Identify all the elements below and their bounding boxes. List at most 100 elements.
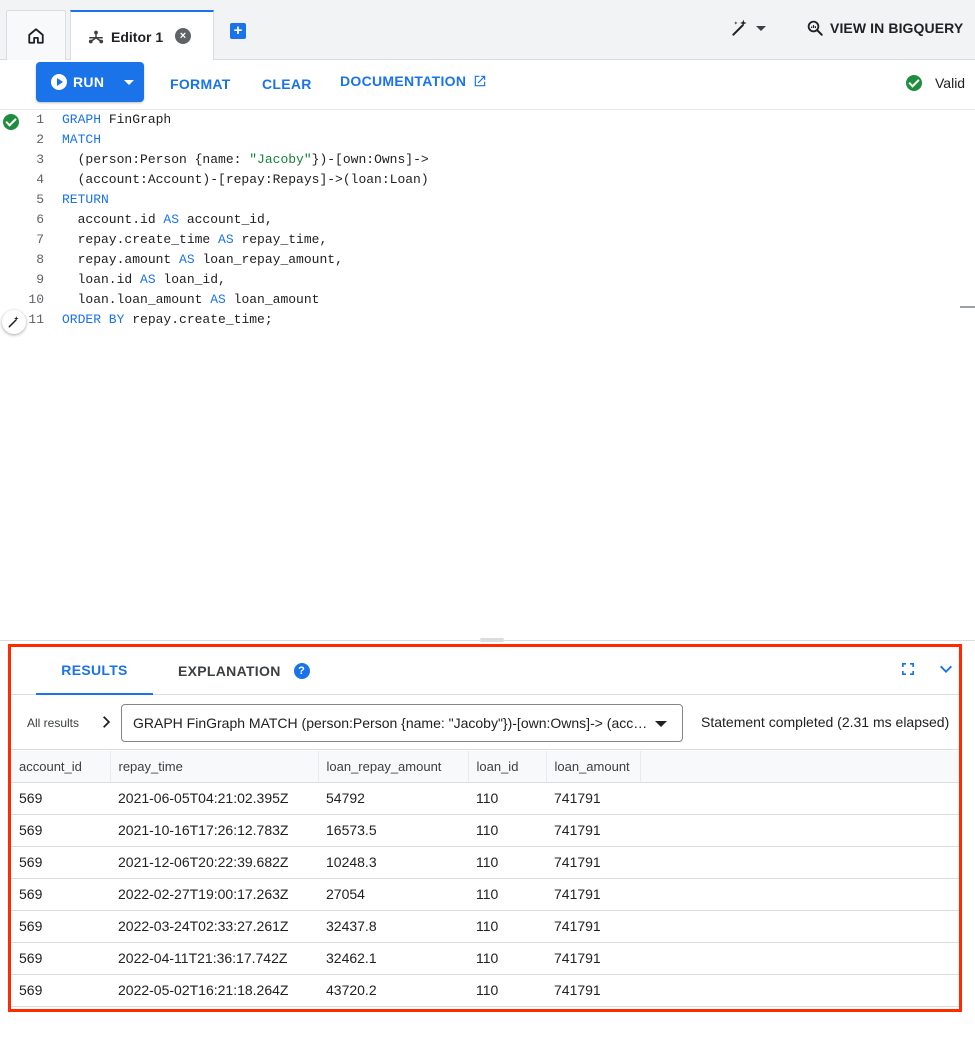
format-button[interactable]: FORMAT: [170, 76, 231, 92]
column-header[interactable]: loan_repay_amount: [318, 751, 469, 783]
run-dropdown-icon[interactable]: [124, 80, 134, 85]
view-in-bigquery-label: VIEW IN BIGQUERY: [830, 20, 964, 36]
line-number: 8: [36, 252, 44, 267]
table-row: 569 2022-03-24T02:33:27.261Z 32437.8 110…: [11, 910, 959, 943]
check-circle-icon: [906, 75, 922, 91]
table-cell-filler: [640, 878, 959, 911]
documentation-link[interactable]: DOCUMENTATION: [340, 73, 487, 89]
table-cell: 43720.2: [318, 974, 468, 1007]
table-cell: 569: [11, 878, 110, 911]
table-cell: 741791: [546, 814, 640, 847]
table-cell-filler: [640, 814, 959, 847]
line-number: 3: [36, 152, 44, 167]
magic-wand-icon[interactable]: [2, 310, 26, 334]
table-row: 569 2022-05-02T16:21:18.264Z 43720.2 110…: [11, 974, 959, 1007]
statement-select[interactable]: GRAPH FinGraph MATCH (person:Person {nam…: [121, 704, 683, 742]
home-icon: [28, 27, 44, 44]
query-editor[interactable]: 1 GRAPH FinGraph 2 MATCH 3 (person:Perso…: [0, 110, 975, 642]
table-cell: 741791: [546, 974, 640, 1007]
code-line: 3 (person:Person {name: "Jacoby"})-[own:…: [0, 150, 960, 170]
external-link-icon: [475, 75, 486, 87]
resize-handle[interactable]: [480, 638, 504, 642]
table-row: 569 2022-04-11T21:36:17.742Z 32462.1 110…: [11, 942, 959, 975]
table-cell: 2022-05-02T16:21:18.264Z: [110, 974, 318, 1007]
table-row: 569 2021-10-16T17:26:12.783Z 16573.5 110…: [11, 814, 959, 847]
table-cell: 32462.1: [318, 942, 468, 975]
table-cell: 2022-02-27T19:00:17.263Z: [110, 878, 318, 911]
code-line: 6 account.id AS account_id,: [0, 210, 960, 230]
add-tab-icon[interactable]: +: [230, 23, 246, 39]
chevron-down-icon: [756, 25, 766, 31]
table-cell: 2021-10-16T17:26:12.783Z: [110, 814, 318, 847]
line-number: 4: [36, 172, 44, 187]
table-cell: 110: [468, 878, 546, 911]
results-statement-bar: All results GRAPH FinGraph MATCH (person…: [11, 696, 959, 750]
all-results-link[interactable]: All results: [27, 716, 79, 730]
table-cell: 32437.8: [318, 910, 468, 943]
table-cell: 741791: [546, 782, 640, 815]
close-icon[interactable]: ×: [175, 28, 191, 44]
magic-wand-menu[interactable]: [730, 18, 766, 38]
code-text: MATCH: [62, 132, 102, 147]
code-line: 4 (account:Account)-[repay:Repays]->(loa…: [0, 170, 960, 190]
table-cell: 2022-03-24T02:33:27.261Z: [110, 910, 318, 943]
table-cell: 54792: [318, 782, 468, 815]
column-header[interactable]: account_id: [11, 751, 111, 783]
chevron-down-icon[interactable]: [938, 661, 954, 677]
table-cell: 741791: [546, 846, 640, 879]
code-line: 2 MATCH: [0, 130, 960, 150]
line-number: 10: [28, 292, 44, 307]
editor-toolbar: RUN FORMAT CLEAR DOCUMENTATION Valid: [0, 60, 975, 110]
table-cell: 27054: [318, 878, 468, 911]
results-table: account_id repay_time loan_repay_amount …: [11, 751, 959, 1007]
fullscreen-icon[interactable]: [900, 661, 916, 677]
tab-editor-1[interactable]: Editor 1 ×: [70, 10, 214, 61]
table-cell-filler: [640, 782, 959, 815]
help-icon[interactable]: ?: [293, 663, 310, 679]
results-table-container[interactable]: account_id repay_time loan_repay_amount …: [11, 751, 959, 1007]
table-cell: 10248.3: [318, 846, 468, 879]
code-text: ORDER BY repay.create_time;: [62, 312, 273, 327]
table-cell-filler: [640, 974, 959, 1007]
code-line: 5 RETURN: [0, 190, 960, 210]
table-cell: 110: [468, 814, 546, 847]
code-line: 8 repay.amount AS loan_repay_amount,: [0, 250, 960, 270]
table-cell-filler: [640, 910, 959, 943]
code-line: 11 ORDER BY repay.create_time;: [0, 310, 960, 330]
code-line: 9 loan.id AS loan_id,: [0, 270, 960, 290]
results-tab-bar: RESULTS EXPLANATION ?: [11, 647, 959, 695]
table-cell: 741791: [546, 878, 640, 911]
code-text: account.id AS account_id,: [62, 212, 273, 227]
code-text: loan.id AS loan_id,: [62, 272, 226, 287]
line-number: 1: [36, 112, 44, 127]
editor-scrollbar[interactable]: [960, 110, 975, 640]
code-line: 10 loan.loan_amount AS loan_amount: [0, 290, 960, 310]
code-text: loan.loan_amount AS loan_amount: [62, 292, 320, 307]
column-header[interactable]: loan_amount: [546, 751, 641, 783]
column-header[interactable]: repay_time: [110, 751, 319, 783]
table-row: 569 2022-02-27T19:00:17.263Z 27054 110 7…: [11, 878, 959, 911]
tab-results[interactable]: RESULTS: [36, 647, 153, 695]
table-cell: 741791: [546, 942, 640, 975]
tab-explanation[interactable]: EXPLANATION ?: [178, 647, 310, 695]
view-in-bigquery-button[interactable]: VIEW IN BIGQUERY: [806, 19, 963, 37]
line-number: 6: [36, 212, 44, 227]
run-button[interactable]: RUN: [36, 62, 144, 102]
home-tab[interactable]: [6, 10, 66, 60]
column-header[interactable]: loan_id: [468, 751, 547, 783]
code-text: repay.amount AS loan_repay_amount,: [62, 252, 343, 267]
magic-wand-icon: [732, 19, 747, 36]
results-panel: RESULTS EXPLANATION ? All results GRAPH …: [8, 644, 962, 1012]
table-cell-filler: [640, 846, 959, 879]
chevron-down-icon: [655, 721, 667, 727]
table-cell: 2021-06-05T04:21:02.395Z: [110, 782, 318, 815]
table-cell: 110: [468, 910, 546, 943]
line-number: 2: [36, 132, 44, 147]
chevron-right-icon: [103, 716, 111, 728]
table-cell: 110: [468, 942, 546, 975]
validation-label: Valid: [935, 75, 966, 91]
clear-button[interactable]: CLEAR: [262, 76, 312, 92]
table-row: 569 2021-12-06T20:22:39.682Z 10248.3 110…: [11, 846, 959, 879]
table-cell: 110: [468, 846, 546, 879]
code-text: (account:Account)-[repay:Repays]->(loan:…: [62, 172, 429, 187]
